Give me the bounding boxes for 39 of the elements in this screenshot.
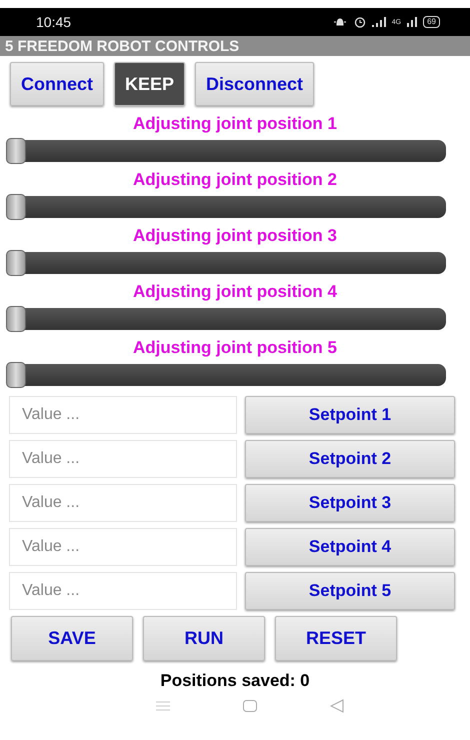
value-field[interactable]: Value ... (9, 396, 237, 434)
action-button[interactable]: RESET (275, 616, 397, 661)
value-field[interactable]: Value ... (9, 484, 237, 522)
connection-button[interactable]: Disconnect (195, 62, 314, 106)
value-field[interactable]: Value ... (9, 528, 237, 566)
alarm-icon (354, 16, 366, 28)
slider-track[interactable] (6, 364, 446, 386)
joint-label: Adjusting joint position 2 (132, 170, 338, 191)
setpoint-button[interactable]: Setpoint 4 (245, 528, 455, 566)
setpoint-button[interactable]: Setpoint 3 (245, 484, 455, 522)
slider-thumb[interactable] (6, 306, 26, 332)
setpoint-button[interactable]: Setpoint 2 (245, 440, 455, 478)
clock-time: 10:45 (36, 14, 72, 30)
signal-icon (407, 17, 418, 27)
joint-label: Adjusting joint position 3 (132, 226, 338, 247)
signal-icon (372, 17, 386, 27)
positions-saved-text: Positions saved: 0 (159, 671, 311, 691)
slider-thumb[interactable] (6, 138, 26, 164)
value-field[interactable]: Value ... (9, 440, 237, 478)
slider-track[interactable] (6, 140, 446, 162)
action-button[interactable]: RUN (143, 616, 265, 661)
slider-track[interactable] (6, 196, 446, 218)
joint-label: Adjusting joint position 5 (132, 338, 338, 359)
mute-icon (332, 17, 348, 27)
slider-track[interactable] (6, 252, 446, 274)
action-button[interactable]: SAVE (11, 616, 133, 661)
battery-level: 69 (423, 16, 440, 28)
setpoint-button[interactable]: Setpoint 5 (245, 572, 455, 610)
slider-thumb[interactable] (6, 250, 26, 276)
app-title: 5 FREEDOM ROBOT CONTROLS (5, 38, 240, 54)
value-field[interactable]: Value ... (9, 572, 237, 610)
slider-track[interactable] (6, 308, 446, 330)
connection-button[interactable]: KEEP (114, 62, 186, 106)
joint-label: Adjusting joint position 1 (132, 114, 338, 135)
connection-button[interactable]: Connect (10, 62, 104, 106)
joint-label: Adjusting joint position 4 (132, 282, 338, 303)
slider-thumb[interactable] (6, 194, 26, 220)
slider-thumb[interactable] (6, 362, 26, 388)
setpoint-button[interactable]: Setpoint 1 (245, 396, 455, 434)
